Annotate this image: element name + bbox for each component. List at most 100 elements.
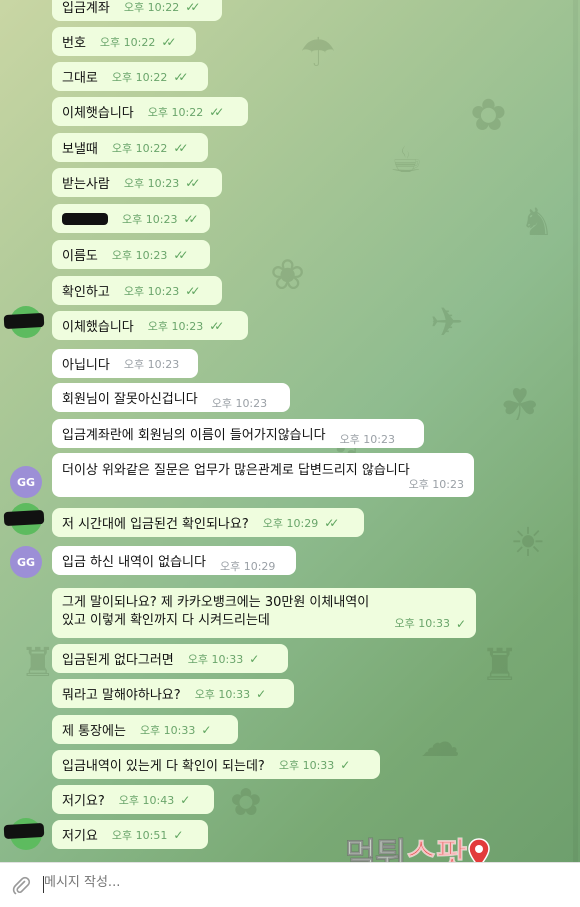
message-meta: 오후 10:33 ✓ xyxy=(195,686,267,702)
check-icon: ✓ xyxy=(455,617,466,631)
avatar-gg[interactable]: GG xyxy=(10,546,42,578)
message-time: 오후 10:23 xyxy=(211,396,268,410)
message-bubble-outgoing[interactable]: 입금된게 없다그러면 오후 10:33 ✓ xyxy=(52,644,288,673)
redaction-bar xyxy=(3,509,45,527)
double-check-icon: ✓✓ xyxy=(185,175,200,190)
watermark-text-1: 먹튀 xyxy=(345,836,408,863)
message-bubble-incoming[interactable]: 입금 하신 내역이 없습니다 오후 10:29 xyxy=(52,546,296,575)
message-meta: 오후 10:23 ✓✓ xyxy=(147,318,225,334)
message-bubble-incoming[interactable]: 아닙니다 오후 10:23 xyxy=(52,349,198,378)
message-bubble-outgoing[interactable]: 입금계좌 오후 10:22 ✓✓ xyxy=(52,0,222,21)
message-bubble-outgoing[interactable]: 저 시간대에 입금된건 확인되나요? 오후 10:29 ✓✓ xyxy=(52,508,364,537)
message-time: 오후 10:23 xyxy=(339,432,395,446)
doodle-pattern: ☂ xyxy=(300,30,336,76)
message-meta: 오후 10:43 ✓ xyxy=(119,792,191,808)
message-bubble-incoming[interactable]: 입금계좌란에 회원님의 이름이 들어가지않습니다 오후 10:23 xyxy=(52,419,424,448)
message-time: 오후 10:33 xyxy=(187,652,244,666)
check-icon: ✓ xyxy=(173,827,184,842)
message-time: 오후 10:22 xyxy=(111,141,168,155)
message-bubble-outgoing[interactable]: 입금내역이 있는게 다 확인이 되는데? 오후 10:33 ✓ xyxy=(52,750,380,779)
double-check-icon: ✓✓ xyxy=(161,34,176,49)
message-meta: 오후 10:33 ✓ xyxy=(395,615,467,633)
message-time: 오후 10:29 xyxy=(262,516,319,530)
doodle-pattern: ❀ xyxy=(270,250,306,299)
message-bubble-incoming[interactable]: 회원님이 잘못아신겁니다 오후 10:23 xyxy=(52,383,290,412)
message-bubble-outgoing[interactable]: 이름도 오후 10:23 ✓✓ xyxy=(52,240,210,269)
message-text: 아닙니다 xyxy=(62,358,110,373)
check-icon: ✓ xyxy=(256,686,267,701)
check-icon: ✓ xyxy=(201,722,212,737)
message-text: 입금계좌란에 회원님의 이름이 들어가지않습니다 xyxy=(62,428,326,443)
message-meta: 오후 10:22 ✓✓ xyxy=(100,34,177,50)
message-time: 오후 10:43 xyxy=(118,793,175,807)
message-text: 그대로 xyxy=(62,71,98,86)
scrollbar[interactable] xyxy=(573,0,578,862)
double-check-icon: ✓✓ xyxy=(173,69,188,84)
double-check-icon: ✓✓ xyxy=(209,104,224,119)
double-check-icon: ✓✓ xyxy=(185,0,200,14)
message-bubble-outgoing[interactable]: 보낼때 오후 10:22 ✓✓ xyxy=(52,133,208,162)
message-meta: 오후 10:29 ✓✓ xyxy=(262,515,340,531)
message-text: 입금된게 없다그러면 xyxy=(62,653,174,668)
message-time: 오후 10:33 xyxy=(278,758,335,772)
message-time: 오후 10:23 xyxy=(111,248,168,262)
message-text: 입금 하신 내역이 없습니다 xyxy=(62,555,206,570)
message-time: 오후 10:33 xyxy=(139,723,196,737)
doodle-pattern: ✈ xyxy=(430,300,464,346)
message-text: 제 통장에는 xyxy=(62,724,126,739)
double-check-icon: ✓✓ xyxy=(185,283,200,298)
message-bubble-outgoing[interactable]: 그대로 오후 10:22 ✓✓ xyxy=(52,62,208,91)
message-meta: 오후 10:33 ✓ xyxy=(140,722,212,738)
message-time: 오후 10:23 xyxy=(147,319,204,333)
message-bubble-outgoing[interactable]: 제 통장에는 오후 10:33 ✓ xyxy=(52,715,238,744)
message-meta: 오후 10:23 xyxy=(340,431,395,447)
doodle-pattern: ☀ xyxy=(510,520,546,566)
doodle-pattern: ☕ xyxy=(390,140,423,181)
message-bubble-outgoing[interactable]: 번호 오후 10:22 ✓✓ xyxy=(52,27,196,56)
chat-background: ☂ ✿ ☕ ♞ ❀ ✈ ☘ ♫ ☀ ♜ ☁ ♜ ✿ 입금계좌 오후 10:22✓… xyxy=(0,0,580,862)
message-bubble-outgoing[interactable]: 받는사람 오후 10:23 ✓✓ xyxy=(52,168,222,197)
paperclip-icon[interactable] xyxy=(11,875,31,895)
doodle-pattern: ♜ xyxy=(20,640,56,686)
message-bubble-outgoing[interactable]: 이체햇습니다 오후 10:22 ✓✓ xyxy=(52,97,248,126)
message-bubble-outgoing[interactable]: 그게 말이되나요? 제 카카오뱅크에는 30만원 이체내역이 있고 이렇게 확인… xyxy=(52,588,476,638)
check-icon: ✓ xyxy=(249,651,260,666)
message-time: 오후 10:23 xyxy=(123,176,180,190)
message-meta: 오후 10:23 ✓✓ xyxy=(111,247,189,263)
message-text: 더이상 위와같은 질문은 업무가 많은관계로 답변드리지 않습니다 xyxy=(62,463,410,478)
message-text: 받는사람 xyxy=(62,177,110,192)
message-bubble-outgoing[interactable]: 저기요 오후 10:51 ✓ xyxy=(52,820,208,849)
message-meta: 오후 10:23 xyxy=(124,356,179,372)
watermark-logo: 먹튀 스팟 xyxy=(345,828,490,862)
message-bubble-outgoing[interactable]: 오후 10:23 ✓✓ xyxy=(52,204,210,233)
double-check-icon: ✓✓ xyxy=(183,211,198,226)
message-time: 오후 10:33 xyxy=(194,687,251,701)
doodle-pattern: ☁ xyxy=(420,720,460,766)
message-text: 보낼때 xyxy=(62,142,98,157)
message-bubble-outgoing[interactable]: 뭐라고 말해야하나요? 오후 10:33 ✓ xyxy=(52,679,294,708)
message-text: 저기요 xyxy=(62,829,98,844)
message-bubble-outgoing[interactable]: 확인하고 오후 10:23 ✓✓ xyxy=(52,276,222,305)
message-input[interactable] xyxy=(44,875,344,890)
watermark-text-2: 스팟 xyxy=(405,836,468,863)
message-bubble-incoming[interactable]: 더이상 위와같은 질문은 업무가 많은관계로 답변드리지 않습니다 오후 10:… xyxy=(52,453,474,497)
message-text: 그게 말이되나요? 제 카카오뱅크에는 30만원 이체내역이 있고 이렇게 확인… xyxy=(62,595,370,628)
message-text: 저기요? xyxy=(62,794,105,809)
message-text: 입금계좌 xyxy=(62,1,110,16)
message-bubble-outgoing[interactable]: 저기요? 오후 10:43 ✓ xyxy=(52,785,214,814)
message-composer xyxy=(0,862,580,907)
message-meta: 오후 10:22 ✓✓ xyxy=(124,0,201,15)
double-check-icon: ✓✓ xyxy=(209,318,224,333)
message-meta: 오후 10:23 xyxy=(212,395,267,411)
message-meta: 오후 10:33 ✓ xyxy=(188,651,260,667)
message-text: 확인하고 xyxy=(62,285,110,300)
message-meta: 오후 10:23 ✓✓ xyxy=(124,283,201,299)
avatar-gg[interactable]: GG xyxy=(10,466,42,498)
message-text: 이체했습니다 xyxy=(62,320,134,335)
doodle-pattern: ♜ xyxy=(480,640,520,691)
message-text: 이체햇습니다 xyxy=(62,106,134,121)
message-text: 번호 xyxy=(62,36,86,51)
message-meta: 오후 10:23 ✓✓ xyxy=(122,211,199,227)
doodle-pattern: ☘ xyxy=(500,380,540,431)
message-bubble-outgoing[interactable]: 이체했습니다 오후 10:23 ✓✓ xyxy=(52,311,248,340)
